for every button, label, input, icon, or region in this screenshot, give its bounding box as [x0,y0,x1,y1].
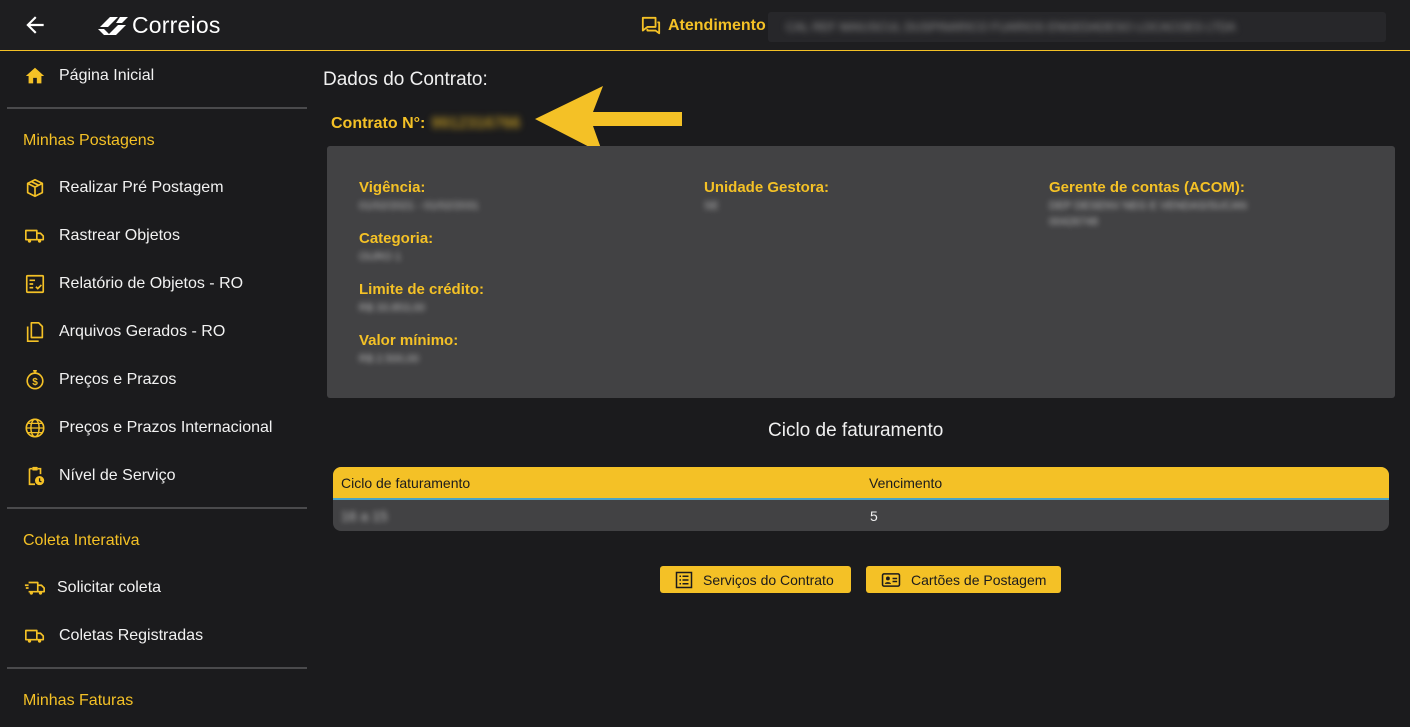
sidebar-item-label: Página Inicial [59,67,155,84]
unidade-gestora-label: Unidade Gestora: [704,179,830,196]
unidade-gestora-value: SE [704,200,719,212]
contract-number: 9912316766 [431,115,521,132]
cell-vencimento: 5 [870,508,878,524]
page-title: Dados do Contrato: [323,69,488,90]
sidebar-item-label: Coletas Registradas [59,627,204,644]
servicos-contrato-button[interactable]: Serviços do Contrato [660,566,851,593]
globe-icon [25,418,45,438]
fast-truck-icon [24,581,45,595]
clipboard-clock-icon [28,466,45,486]
ciclo-table: Ciclo de faturamento Vencimento 16 a 15 … [333,467,1389,531]
vigencia-value: 01/02/2021 - 01/02/2031 [359,200,479,212]
sidebar-item-pre-postagem[interactable]: Realizar Pré Postagem [0,168,308,208]
servicos-contrato-label: Serviços do Contrato [703,571,834,588]
correios-logo-icon [98,16,128,35]
sidebar-divider [7,667,307,669]
correios-logo[interactable]: Correios [96,12,221,39]
table-header: Ciclo de faturamento Vencimento [333,467,1389,500]
user-info-bar: CAL REF MAIUSCUL DUSPINARICO FUARIOS ENG… [768,12,1386,42]
section-minhas-postagens: Minhas Postagens [23,132,155,149]
chat-icon [641,16,661,35]
sidebar-item-coletas-registradas[interactable]: Coletas Registradas [0,616,308,656]
sidebar-item-home[interactable]: Página Inicial [0,56,308,96]
sidebar-item-label: Nível de Serviço [59,467,176,484]
sidebar-divider [7,107,307,109]
sidebar-item-relatorio[interactable]: Relatório de Objetos - RO [0,264,308,304]
contract-details-panel: Vigência: 01/02/2021 - 01/02/2031 Catego… [327,146,1395,398]
gerente-contas-value-2: 00426748 [1049,216,1098,228]
contract-number-row: Contrato N°: 9912316766 [331,115,520,133]
report-icon [25,274,45,294]
contract-label: Contrato N°: [331,115,426,132]
list-icon [675,571,693,588]
files-icon [26,322,44,342]
sidebar-divider [7,507,307,509]
limite-credito-label: Limite de crédito: [359,281,485,298]
column-header-ciclo[interactable]: Ciclo de faturamento [341,475,470,491]
sidebar-item-arquivos[interactable]: Arquivos Gerados - RO [0,312,308,352]
section-coleta-interativa: Coleta Interativa [23,532,140,549]
truck-icon [25,629,45,643]
home-icon [25,67,45,84]
vigencia-label: Vigência: [359,179,426,196]
sidebar-item-label: Preços e Prazos [59,371,177,388]
logo-text: Correios [132,12,221,38]
id-card-icon [881,572,901,587]
section-minhas-faturas[interactable]: Minhas Faturas [23,692,133,710]
sidebar-item-label: Arquivos Gerados - RO [59,323,226,340]
column-header-vencimento[interactable]: Vencimento [869,475,942,491]
sidebar-item-nivel-servico[interactable]: Nível de Serviço [0,456,308,496]
atendimento-link[interactable]: Atendimento [640,16,766,36]
user-info-text: CAL REF MAIUSCUL DUSPINARICO FUARIOS ENG… [786,20,1236,34]
sidebar-item-rastrear[interactable]: Rastrear Objetos [0,216,308,256]
price-icon: $ [26,370,44,390]
sidebar: Página Inicial Minhas Postagens Realizar… [0,51,308,727]
sidebar-item-label: Preços e Prazos Internacional [59,419,273,436]
sidebar-item-label: Solicitar coleta [57,579,162,596]
categoria-label: Categoria: [359,230,434,247]
gerente-contas-label: Gerente de contas (ACOM): [1049,179,1245,196]
ciclo-faturamento-title: Ciclo de faturamento [768,420,944,441]
sidebar-item-label: Rastrear Objetos [59,227,180,244]
svg-text:$: $ [32,377,38,388]
sidebar-item-precos[interactable]: $ Preços e Prazos [0,360,308,400]
top-bar: Correios Atendimento CAL REF MAIUSCUL DU… [0,0,1410,51]
atendimento-label: Atendimento [668,17,766,34]
cell-ciclo: 16 a 15 [341,508,388,524]
valor-minimo-value: R$ 2.500,00 [359,353,419,365]
sidebar-item-label: Relatório de Objetos - RO [59,275,244,292]
sidebar-item-precos-internacional[interactable]: Preços e Prazos Internacional [0,408,308,448]
cartoes-postagem-label: Cartões de Postagem [911,571,1047,588]
sidebar-item-solicitar-coleta[interactable]: Solicitar coleta [0,568,308,608]
truck-icon [25,229,45,243]
valor-minimo-label: Valor mínimo: [359,332,459,349]
package-icon [26,178,44,198]
categoria-value: OURO 1 [359,251,402,263]
sidebar-item-label: Realizar Pré Postagem [59,179,224,196]
back-arrow-icon[interactable] [22,12,48,38]
gerente-contas-value: DEP DESENV NEG E VENDAS/SUCAN [1049,200,1247,212]
cartoes-postagem-button[interactable]: Cartões de Postagem [866,566,1061,593]
limite-credito-value: R$ 33.853,00 [359,302,426,314]
